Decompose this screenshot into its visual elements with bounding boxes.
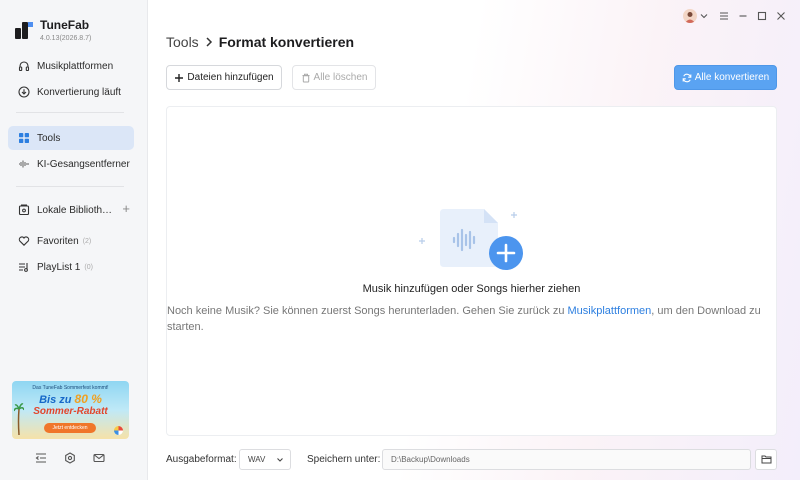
sidebar-divider [16,186,124,187]
chevron-down-icon [276,456,284,466]
add-library-button[interactable]: + [122,202,130,215]
app-window: TuneFab 4.0.13(2026.8.7) Musikplattforme… [0,0,800,480]
sidebar: TuneFab 4.0.13(2026.8.7) Musikplattforme… [0,0,148,480]
sidebar-item-lokale-bibliothek[interactable]: Lokale Biblioth… + [8,198,134,222]
refresh-icon [682,73,692,83]
convert-all-button[interactable]: Alle konvertieren [674,65,777,90]
add-music-illustration-icon [419,209,523,270]
browse-folder-button[interactable] [755,449,777,470]
add-files-label: Dateien hinzufügen [187,72,274,83]
sidebar-item-tools[interactable]: Tools [8,126,134,150]
headphones-icon [18,60,30,72]
file-dropzone[interactable]: Musik hinzufügen oder Songs hierher zieh… [166,106,777,436]
sidebar-item-ki-gesangsentferner[interactable]: KI-Gesangsentferner [8,152,134,176]
breadcrumb: Tools Format konvertieren [166,34,354,50]
sidebar-item-label: Lokale Biblioth… [37,204,113,216]
sidebar-item-playlist-1[interactable]: PlayList 1 (0) [8,255,134,279]
clear-all-button[interactable]: Alle löschen [292,65,376,90]
favorites-count: (2) [82,237,92,245]
promo-headline: Bis zu 80 % [12,393,129,406]
musikplattformen-link[interactable]: Musikplattformen [568,305,652,317]
nav-group-library: Lokale Biblioth… + Favoriten (2) PlayLis… [8,198,134,279]
output-format-select[interactable]: WAV [239,449,291,470]
promo-headline-prefix: Bis zu [39,394,75,406]
nav-group-main: Musikplattformen Konvertierung läuft [8,54,134,104]
sidebar-item-label: Tools [37,132,61,144]
promo-subheadline: Sommer-Rabatt [33,406,108,417]
beach-ball-icon [114,426,123,435]
promo-banner[interactable]: Das TuneFab Sommerfest kommt! Bis zu 80 … [12,381,129,439]
download-circle-icon [18,86,30,98]
sidebar-item-label: PlayList 1 [37,261,81,273]
brand: TuneFab 4.0.13(2026.8.7) [14,18,91,43]
sidebar-item-label: Konvertierung läuft [37,86,121,98]
folder-icon [761,451,772,469]
heart-icon [18,235,30,247]
promo-percent: 80 % [74,392,102,406]
sidebar-item-label: Favoriten [37,235,79,247]
add-files-button[interactable]: Dateien hinzufügen [166,65,282,90]
waveform-icon [18,158,30,170]
chevron-down-icon[interactable] [699,9,709,23]
sidebar-bottom-toolbar [34,451,106,465]
breadcrumb-chevron-icon [205,35,213,50]
promo-top-text: Das TuneFab Sommerfest kommt! [32,385,109,391]
tunefab-logo-icon [15,22,33,39]
output-settings-bar: Ausgabeformat: WAV Speichern unter: D:\B… [166,449,777,471]
playlist-count: (0) [84,263,93,271]
library-icon [18,204,30,216]
settings-icon[interactable] [63,451,77,465]
main-panel: Tools Format konvertieren Dateien hinzuf… [149,0,800,480]
dropzone-title: Musik hinzufügen oder Songs hierher zieh… [362,283,581,295]
save-location-input[interactable]: D:\Backup\Downloads [382,449,751,470]
trash-icon [301,73,311,83]
page-title: Format konvertieren [218,34,355,50]
sidebar-item-musikplattformen[interactable]: Musikplattformen [8,54,134,78]
output-format-label: Ausgabeformat: [166,454,237,465]
nav-group-tools: Tools KI-Gesangsentferner [8,126,134,176]
minimize-icon[interactable] [736,9,750,23]
app-version: 4.0.13(2026.8.7) [40,35,92,42]
avatar[interactable] [683,9,697,23]
sidebar-item-label: Musikplattformen [37,60,114,72]
playlist-icon [18,261,30,273]
dropzone-description: Noch keine Musik? Sie können zuerst Song… [167,303,767,335]
menu-icon[interactable] [717,9,731,23]
save-location-value: D:\Backup\Downloads [391,455,470,464]
app-name: TuneFab [40,18,90,32]
close-icon[interactable] [774,9,788,23]
grid-icon [18,132,30,144]
mail-icon[interactable] [92,451,106,465]
maximize-icon[interactable] [755,9,769,23]
sidebar-item-konvertierung[interactable]: Konvertierung läuft [8,80,134,104]
promo-cta-button[interactable]: Jetzt entdecken [44,423,96,433]
clear-all-label: Alle löschen [313,72,368,83]
save-location-label: Speichern unter: [307,454,381,465]
window-titlebar [683,9,788,23]
breadcrumb-root[interactable]: Tools [166,34,199,50]
dropzone-desc-before: Noch keine Musik? Sie können zuerst Song… [167,305,568,317]
plus-icon [174,73,184,83]
sidebar-item-favoriten[interactable]: Favoriten (2) [8,229,134,253]
output-format-value: WAV [248,455,266,464]
sidebar-divider [16,112,124,113]
sidebar-item-label: KI-Gesangsentferner [37,158,130,170]
convert-all-label: Alle konvertieren [694,72,770,83]
collapse-sidebar-icon[interactable] [34,451,48,465]
